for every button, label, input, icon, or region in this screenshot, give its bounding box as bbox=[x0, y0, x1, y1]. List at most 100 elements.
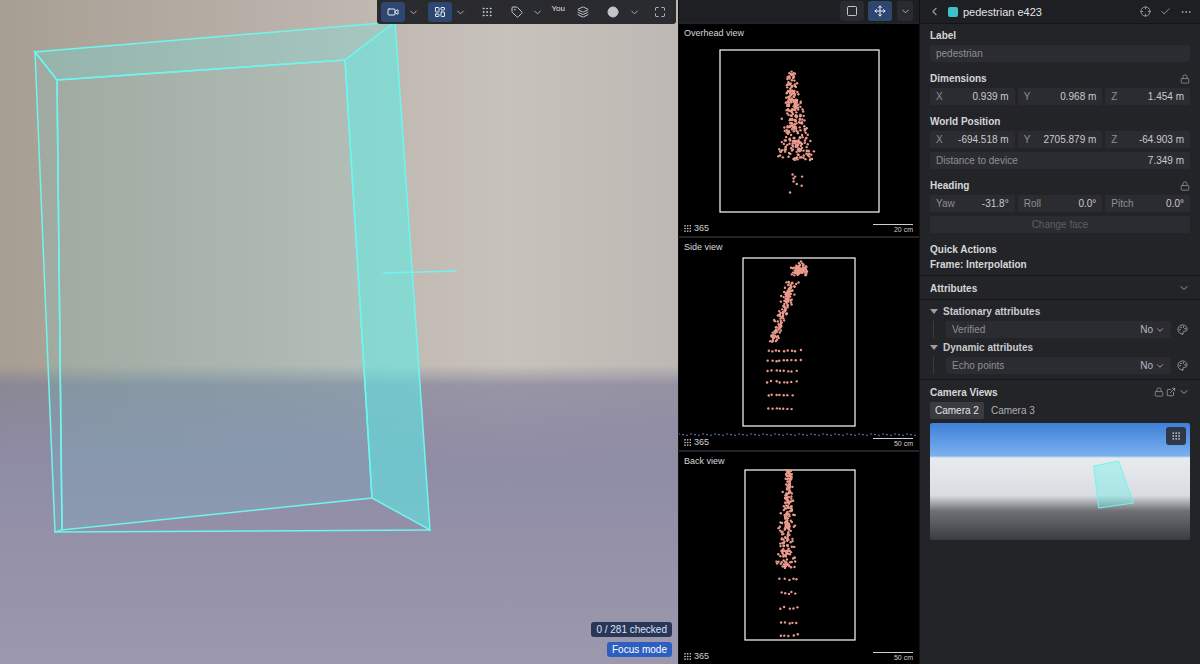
tool-button[interactable] bbox=[648, 2, 672, 22]
frame-icon bbox=[846, 5, 858, 17]
thumbnail-points-button[interactable] bbox=[1166, 427, 1186, 445]
projection-view[interactable]: Overhead view36520 cm bbox=[679, 22, 919, 236]
chevron-down-icon[interactable] bbox=[1178, 282, 1190, 294]
view-title: Side view bbox=[684, 242, 723, 252]
tool-dropdown[interactable] bbox=[530, 2, 546, 22]
palette-button[interactable] bbox=[1175, 360, 1190, 371]
attribute-group-head[interactable]: Dynamic attributes bbox=[930, 342, 1190, 353]
open-button[interactable] bbox=[1164, 387, 1178, 397]
angle-field[interactable]: Roll0.0° bbox=[1018, 195, 1103, 212]
attribute-select[interactable]: VerifiedNo bbox=[946, 321, 1171, 338]
lock-icon[interactable] bbox=[1180, 181, 1190, 191]
chevron-down-icon bbox=[1155, 325, 1165, 335]
number-field[interactable]: X0.939 m bbox=[930, 88, 1015, 105]
camera-view[interactable]: You 0 / 281 checked Focus mode bbox=[0, 0, 678, 664]
camera-image bbox=[0, 0, 678, 664]
section-actions bbox=[1154, 386, 1190, 398]
tag-icon bbox=[511, 6, 523, 18]
palette-icon bbox=[1177, 324, 1188, 335]
number-field[interactable]: Z1.454 m bbox=[1105, 88, 1190, 105]
points-icon bbox=[683, 652, 692, 661]
tool-group bbox=[428, 2, 469, 22]
chevron-down-icon bbox=[1155, 361, 1165, 371]
triangle-icon bbox=[930, 345, 938, 350]
section-title: Quick Actions bbox=[930, 244, 1190, 255]
more-icon bbox=[1180, 6, 1192, 18]
frame-action[interactable]: Frame: Interpolation bbox=[930, 259, 1190, 270]
external-link-icon bbox=[1166, 387, 1176, 397]
point-cloud[interactable] bbox=[679, 452, 919, 664]
number-field[interactable]: Y2705.879 m bbox=[1018, 131, 1103, 148]
attribute-select[interactable]: Echo pointsNo bbox=[946, 357, 1171, 374]
camera-tab[interactable]: Camera 3 bbox=[986, 402, 1040, 419]
chevron-down-icon[interactable] bbox=[1178, 386, 1190, 398]
inspector-header: pedestrian e423 bbox=[920, 0, 1200, 24]
section-head: World Position bbox=[930, 116, 1190, 127]
attribute-group-head[interactable]: Stationary attributes bbox=[930, 306, 1190, 317]
number-field[interactable]: X-694.518 m bbox=[930, 131, 1015, 148]
tool-button[interactable] bbox=[475, 2, 499, 22]
section-head: Heading bbox=[930, 180, 1190, 191]
vector-section: Dimensions X0.939 mY0.968 mZ1.454 m bbox=[920, 67, 1200, 110]
tool-group bbox=[475, 2, 499, 22]
projection-view[interactable]: Back view36550 cm bbox=[679, 450, 919, 664]
tool-button[interactable] bbox=[428, 2, 452, 22]
attributes-header[interactable]: Attributes bbox=[920, 276, 1200, 300]
lock-icon[interactable] bbox=[1154, 387, 1164, 397]
view-tool-button[interactable] bbox=[868, 1, 892, 21]
tool-dropdown[interactable] bbox=[453, 2, 469, 22]
chevron-down-icon bbox=[629, 7, 640, 18]
point-cloud[interactable] bbox=[679, 238, 919, 450]
verify-button[interactable] bbox=[1158, 6, 1173, 17]
camera-tab[interactable]: Camera 2 bbox=[930, 402, 984, 419]
lock-icon[interactable] bbox=[1180, 74, 1190, 84]
section-head: Dimensions bbox=[930, 73, 1190, 84]
section-title: Label bbox=[930, 30, 1190, 41]
tool-button[interactable] bbox=[505, 2, 529, 22]
crosshair-icon bbox=[1140, 6, 1151, 17]
camera-thumbnail[interactable] bbox=[930, 423, 1190, 540]
field-grid: X-694.518 mY2705.879 mZ-64.903 m bbox=[930, 131, 1190, 148]
tool-dropdown[interactable] bbox=[626, 2, 642, 22]
point-count: 365 bbox=[683, 223, 709, 233]
attribute-row: Echo pointsNo bbox=[933, 357, 1190, 374]
view-tool-dropdown[interactable] bbox=[897, 1, 913, 21]
vector-section: World Position X-694.518 mY2705.879 mZ-64… bbox=[920, 110, 1200, 174]
focus-button[interactable] bbox=[1138, 6, 1153, 17]
layers-icon bbox=[577, 6, 589, 18]
palette-icon bbox=[1177, 360, 1188, 371]
check-icon bbox=[1160, 6, 1171, 17]
section-head: Camera Views bbox=[930, 386, 1190, 398]
object-title: pedestrian e423 bbox=[963, 6, 1133, 18]
angle-field[interactable]: Yaw-31.8° bbox=[930, 195, 1015, 212]
view-title: Back view bbox=[684, 456, 725, 466]
palette-button[interactable] bbox=[1175, 324, 1190, 335]
point-count: 365 bbox=[683, 437, 709, 447]
more-button[interactable] bbox=[1178, 6, 1194, 18]
back-button[interactable] bbox=[926, 5, 943, 18]
number-field[interactable]: Y0.968 m bbox=[1018, 88, 1103, 105]
point-cloud[interactable] bbox=[679, 24, 919, 236]
number-field[interactable]: Z-64.903 m bbox=[1105, 131, 1190, 148]
section-title: Attributes bbox=[930, 283, 977, 294]
annotation-app: You 0 / 281 checked Focus mode Overhead vie… bbox=[0, 0, 1200, 664]
tool-dropdown[interactable] bbox=[406, 2, 422, 22]
points-icon bbox=[683, 224, 692, 233]
scale-bar: 50 cm bbox=[873, 438, 913, 447]
section-title: Camera Views bbox=[930, 387, 998, 398]
fullscreen-icon bbox=[654, 6, 666, 18]
section-title: World Position bbox=[930, 116, 1000, 127]
projection-view[interactable]: Side view 365 50 cm bbox=[679, 236, 919, 450]
bounding-box[interactable] bbox=[0, 0, 678, 664]
checked-badge: 0 / 281 checked bbox=[591, 622, 672, 637]
view-tool-button[interactable] bbox=[840, 1, 864, 21]
change-face-button[interactable]: Change face bbox=[930, 216, 1190, 233]
tool-button[interactable] bbox=[601, 2, 625, 22]
tool-button[interactable] bbox=[381, 2, 405, 22]
user-label: You bbox=[552, 4, 566, 13]
focus-mode-button[interactable]: Focus mode bbox=[607, 642, 672, 657]
tool-button[interactable] bbox=[571, 2, 595, 22]
angle-field[interactable]: Pitch0.0° bbox=[1105, 195, 1190, 212]
label-field[interactable]: pedestrian bbox=[930, 45, 1190, 62]
tool-group bbox=[601, 2, 642, 22]
